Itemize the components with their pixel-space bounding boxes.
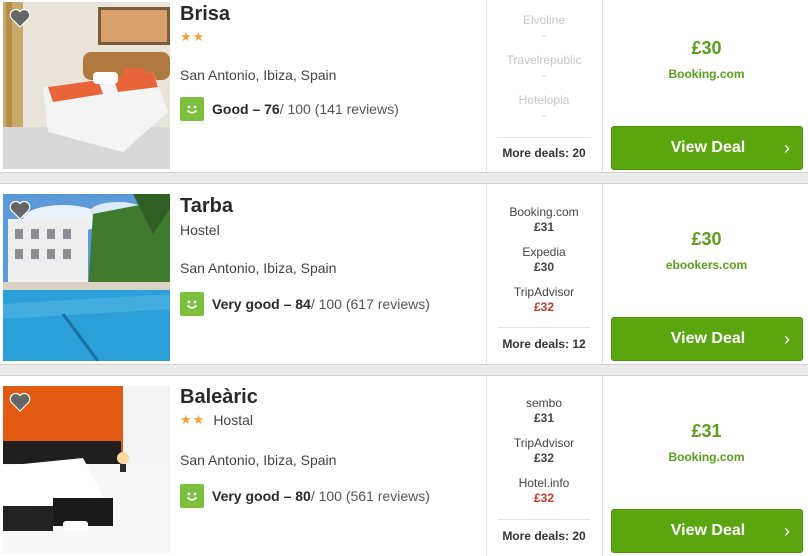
deal-price: £32 <box>533 451 555 465</box>
divider <box>498 519 590 520</box>
divider <box>602 0 603 172</box>
best-provider[interactable]: Booking.com <box>610 67 803 81</box>
divider <box>602 376 603 556</box>
divider <box>486 0 487 172</box>
deals-list: sembo £31 TripAdvisor £32 Hotel.info £32… <box>498 376 590 556</box>
divider <box>486 376 487 556</box>
rating-reviews: / 100 (617 reviews) <box>310 296 430 312</box>
more-deals-link[interactable]: More deals: 12 <box>498 337 590 351</box>
hotel-card: Baleàric ★★ Hostal San Antonio, Ibiza, S… <box>0 375 808 556</box>
deal-price: - <box>542 28 546 42</box>
hotel-class: ★★ Hostal <box>180 412 253 428</box>
more-deals-link[interactable]: More deals: 20 <box>498 146 590 160</box>
hotel-photo[interactable] <box>3 2 170 169</box>
hotel-card: Tarba Hostel San Antonio, Ibiza, Spain V… <box>0 183 808 365</box>
hotel-class: Hostel <box>180 222 220 238</box>
divider <box>486 184 487 364</box>
hotel-name[interactable]: Brisa <box>180 3 230 26</box>
deal-provider: Hotelopia <box>518 93 570 107</box>
divider <box>498 327 590 328</box>
hotel-photo[interactable] <box>3 386 170 553</box>
hotel-info: Tarba Hostel San Antonio, Ibiza, Spain V… <box>180 184 480 364</box>
heart-icon[interactable] <box>9 8 31 28</box>
deal-price: - <box>542 108 546 122</box>
deal-item[interactable]: Booking.com £31 <box>498 205 590 235</box>
hotel-name[interactable]: Tarba <box>180 195 233 218</box>
smiley-icon <box>180 484 204 508</box>
deal-provider: Hotel.info <box>518 476 570 490</box>
hotel-rating: Very good – 80 / 100 (561 reviews) <box>180 484 430 508</box>
deal-item[interactable]: Hotelopia - <box>498 93 590 123</box>
deal-price: £32 <box>533 300 555 314</box>
deal-item[interactable]: Expedia £30 <box>498 245 590 275</box>
deal-provider: Expedia <box>522 245 566 259</box>
deal-price: £31 <box>533 411 555 425</box>
hotel-type: Hostal <box>213 412 253 428</box>
best-provider[interactable]: ebookers.com <box>610 258 803 272</box>
deal-provider: sembo <box>525 396 563 410</box>
deal-item[interactable]: Elvoline - <box>498 13 590 43</box>
more-deals-link[interactable]: More deals: 20 <box>498 529 590 543</box>
deal-price: £32 <box>533 491 555 505</box>
heart-icon[interactable] <box>9 392 31 412</box>
heart-icon[interactable] <box>9 200 31 220</box>
view-deal-label: View Deal <box>670 522 746 539</box>
best-price[interactable]: £30 <box>610 38 803 59</box>
hotel-rating: Good – 76 / 100 (141 reviews) <box>180 97 399 121</box>
view-deal-label: View Deal <box>670 139 746 156</box>
deal-price: £30 <box>533 260 555 274</box>
hotel-location: San Antonio, Ibiza, Spain <box>180 452 337 468</box>
deal-provider: Elvoline <box>522 13 566 27</box>
view-deal-button[interactable]: View Deal › <box>611 317 803 361</box>
rating-score: Very good – 84 <box>212 296 311 312</box>
deal-provider: TripAdvisor <box>513 285 575 299</box>
hotel-rating: Very good – 84 / 100 (617 reviews) <box>180 292 430 316</box>
view-deal-label: View Deal <box>670 330 746 347</box>
hotel-name[interactable]: Baleàric <box>180 386 258 409</box>
hotel-info: Baleàric ★★ Hostal San Antonio, Ibiza, S… <box>180 376 480 556</box>
chevron-right-icon: › <box>784 138 790 158</box>
rating-reviews: / 100 (561 reviews) <box>310 488 430 504</box>
rating-reviews: / 100 (141 reviews) <box>279 101 399 117</box>
deal-provider: Booking.com <box>509 205 579 219</box>
deal-item[interactable]: TripAdvisor £32 <box>498 436 590 466</box>
star-icon: ★★ <box>180 412 206 427</box>
hotel-type: Hostel <box>180 222 220 238</box>
deal-price: £31 <box>533 220 555 234</box>
deal-provider: TripAdvisor <box>513 436 575 450</box>
deals-list: Elvoline - Travelrepublic - Hotelopia - … <box>498 0 590 172</box>
deal-item[interactable]: Hotel.info £32 <box>498 476 590 506</box>
deal-item[interactable]: sembo £31 <box>498 396 590 426</box>
hotel-card: Brisa ★★ San Antonio, Ibiza, Spain Good … <box>0 0 808 173</box>
deal-item[interactable]: Travelrepublic - <box>498 53 590 83</box>
star-icon: ★★ <box>180 29 206 44</box>
deal-item[interactable]: TripAdvisor £32 <box>498 285 590 315</box>
smiley-icon <box>180 292 204 316</box>
hotel-info: Brisa ★★ San Antonio, Ibiza, Spain Good … <box>180 0 480 172</box>
smiley-icon <box>180 97 204 121</box>
deal-price: - <box>542 68 546 82</box>
chevron-right-icon: › <box>784 329 790 349</box>
divider <box>602 184 603 364</box>
best-provider[interactable]: Booking.com <box>610 450 803 464</box>
hotel-location: San Antonio, Ibiza, Spain <box>180 67 337 83</box>
rating-score: Very good – 80 <box>212 488 311 504</box>
rating-score: Good – 76 <box>212 101 280 117</box>
view-deal-button[interactable]: View Deal › <box>611 509 803 553</box>
deals-list: Booking.com £31 Expedia £30 TripAdvisor … <box>498 184 590 364</box>
best-price[interactable]: £31 <box>610 421 803 442</box>
chevron-right-icon: › <box>784 521 790 541</box>
hotel-photo[interactable] <box>3 194 170 361</box>
view-deal-button[interactable]: View Deal › <box>611 126 803 170</box>
hotel-class: ★★ <box>180 29 213 45</box>
deal-provider: Travelrepublic <box>506 53 582 67</box>
best-price[interactable]: £30 <box>610 229 803 250</box>
hotel-location: San Antonio, Ibiza, Spain <box>180 260 337 276</box>
divider <box>498 137 590 138</box>
